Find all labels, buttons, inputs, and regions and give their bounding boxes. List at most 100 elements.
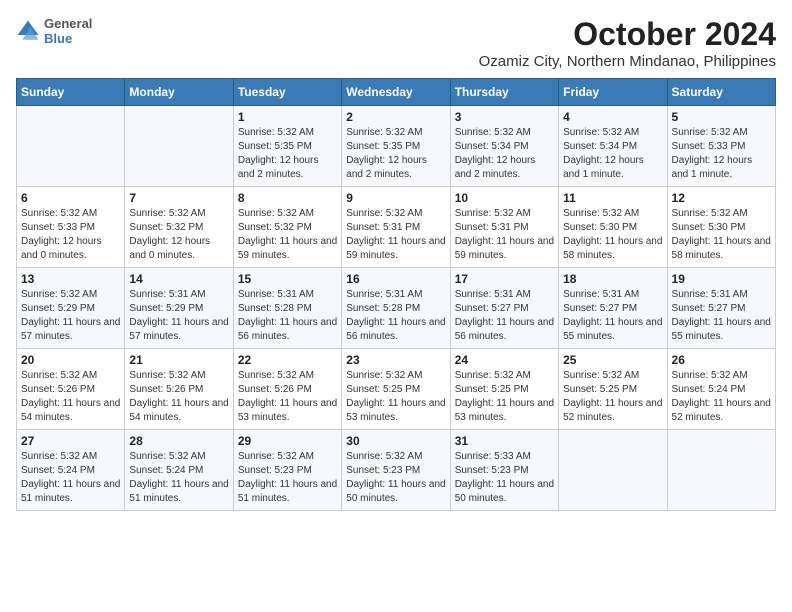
calendar-cell	[125, 106, 233, 187]
calendar-cell: 19 Sunrise: 5:31 AMSunset: 5:27 PMDayligh…	[667, 268, 775, 349]
calendar-cell: 23 Sunrise: 5:32 AMSunset: 5:25 PMDayligh…	[342, 349, 450, 430]
calendar-cell	[17, 106, 125, 187]
day-number: 24	[455, 353, 554, 367]
day-info: Sunrise: 5:32 AMSunset: 5:26 PMDaylight:…	[129, 369, 228, 425]
day-info: Sunrise: 5:32 AMSunset: 5:33 PMDaylight:…	[672, 126, 771, 182]
day-number: 10	[455, 191, 554, 205]
logo-icon	[16, 19, 40, 43]
day-number: 6	[21, 191, 120, 205]
day-number: 12	[672, 191, 771, 205]
week-row-5: 27 Sunrise: 5:32 AMSunset: 5:24 PMDayligh…	[17, 430, 776, 511]
day-info: Sunrise: 5:32 AMSunset: 5:25 PMDaylight:…	[346, 369, 445, 425]
day-number: 27	[21, 434, 120, 448]
day-info: Sunrise: 5:32 AMSunset: 5:29 PMDaylight:…	[21, 288, 120, 344]
day-info: Sunrise: 5:32 AMSunset: 5:30 PMDaylight:…	[672, 207, 771, 263]
day-number: 7	[129, 191, 228, 205]
day-number: 2	[346, 110, 445, 124]
calendar-cell	[667, 430, 775, 511]
day-info: Sunrise: 5:32 AMSunset: 5:24 PMDaylight:…	[129, 450, 228, 506]
day-number: 16	[346, 272, 445, 286]
header-row: SundayMondayTuesdayWednesdayThursdayFrid…	[17, 79, 776, 106]
day-number: 3	[455, 110, 554, 124]
calendar-cell: 17Sunrise: 5:31 AMSunset: 5:27 PMDayligh…	[450, 268, 558, 349]
day-header-monday: Monday	[125, 79, 233, 106]
calendar-cell: 16Sunrise: 5:31 AMSunset: 5:28 PMDayligh…	[342, 268, 450, 349]
day-number: 1	[238, 110, 337, 124]
calendar-cell: 31 Sunrise: 5:33 AMSunset: 5:23 PMDayligh…	[450, 430, 558, 511]
day-header-tuesday: Tuesday	[233, 79, 341, 106]
day-number: 4	[563, 110, 662, 124]
day-info: Sunrise: 5:32 AMSunset: 5:30 PMDaylight:…	[563, 207, 662, 263]
day-header-wednesday: Wednesday	[342, 79, 450, 106]
day-info: Sunrise: 5:32 AMSunset: 5:35 PMDaylight:…	[238, 126, 337, 182]
day-info: Sunrise: 5:31 AMSunset: 5:27 PMDaylight:…	[563, 288, 662, 344]
day-number: 19	[672, 272, 771, 286]
day-header-sunday: Sunday	[17, 79, 125, 106]
day-number: 28	[129, 434, 228, 448]
calendar-cell: 4 Sunrise: 5:32 AMSunset: 5:34 PMDaylight…	[559, 106, 667, 187]
calendar-cell: 28 Sunrise: 5:32 AMSunset: 5:24 PMDayligh…	[125, 430, 233, 511]
day-number: 5	[672, 110, 771, 124]
calendar-cell: 13 Sunrise: 5:32 AMSunset: 5:29 PMDayligh…	[17, 268, 125, 349]
day-number: 9	[346, 191, 445, 205]
day-number: 29	[238, 434, 337, 448]
calendar-cell: 3 Sunrise: 5:32 AMSunset: 5:34 PMDaylight…	[450, 106, 558, 187]
calendar-cell: 14Sunrise: 5:31 AMSunset: 5:29 PMDayligh…	[125, 268, 233, 349]
day-header-friday: Friday	[559, 79, 667, 106]
calendar-cell: 30Sunrise: 5:32 AMSunset: 5:23 PMDayligh…	[342, 430, 450, 511]
day-number: 21	[129, 353, 228, 367]
calendar-cell	[559, 430, 667, 511]
logo: General Blue	[16, 16, 92, 46]
calendar-cell: 20 Sunrise: 5:32 AMSunset: 5:26 PMDayligh…	[17, 349, 125, 430]
calendar-cell: 12 Sunrise: 5:32 AMSunset: 5:30 PMDayligh…	[667, 187, 775, 268]
day-number: 17	[455, 272, 554, 286]
day-info: Sunrise: 5:32 AMSunset: 5:24 PMDaylight:…	[672, 369, 771, 425]
day-info: Sunrise: 5:32 AMSunset: 5:26 PMDaylight:…	[238, 369, 337, 425]
day-number: 31	[455, 434, 554, 448]
week-row-2: 6 Sunrise: 5:32 AMSunset: 5:33 PMDaylight…	[17, 187, 776, 268]
calendar-cell: 18Sunrise: 5:31 AMSunset: 5:27 PMDayligh…	[559, 268, 667, 349]
day-info: Sunrise: 5:32 AMSunset: 5:33 PMDaylight:…	[21, 207, 120, 263]
day-number: 22	[238, 353, 337, 367]
calendar-cell: 27 Sunrise: 5:32 AMSunset: 5:24 PMDayligh…	[17, 430, 125, 511]
calendar-cell: 15Sunrise: 5:31 AMSunset: 5:28 PMDayligh…	[233, 268, 341, 349]
calendar-cell: 2 Sunrise: 5:32 AMSunset: 5:35 PMDaylight…	[342, 106, 450, 187]
day-number: 8	[238, 191, 337, 205]
day-info: Sunrise: 5:32 AMSunset: 5:23 PMDaylight:…	[346, 450, 445, 506]
day-info: Sunrise: 5:32 AMSunset: 5:34 PMDaylight:…	[563, 126, 662, 182]
calendar-cell: 22 Sunrise: 5:32 AMSunset: 5:26 PMDayligh…	[233, 349, 341, 430]
day-number: 25	[563, 353, 662, 367]
day-info: Sunrise: 5:33 AMSunset: 5:23 PMDaylight:…	[455, 450, 554, 506]
day-header-saturday: Saturday	[667, 79, 775, 106]
day-number: 11	[563, 191, 662, 205]
week-row-4: 20 Sunrise: 5:32 AMSunset: 5:26 PMDayligh…	[17, 349, 776, 430]
calendar-cell: 25 Sunrise: 5:32 AMSunset: 5:25 PMDayligh…	[559, 349, 667, 430]
day-info: Sunrise: 5:32 AMSunset: 5:31 PMDaylight:…	[455, 207, 554, 263]
day-number: 26	[672, 353, 771, 367]
calendar-cell: 8 Sunrise: 5:32 AMSunset: 5:32 PMDaylight…	[233, 187, 341, 268]
calendar-cell: 24Sunrise: 5:32 AMSunset: 5:25 PMDayligh…	[450, 349, 558, 430]
day-info: Sunrise: 5:32 AMSunset: 5:34 PMDaylight:…	[455, 126, 554, 182]
logo-text: General Blue	[44, 16, 92, 46]
week-row-1: 1 Sunrise: 5:32 AMSunset: 5:35 PMDaylight…	[17, 106, 776, 187]
calendar-cell: 5 Sunrise: 5:32 AMSunset: 5:33 PMDaylight…	[667, 106, 775, 187]
calendar-cell: 1 Sunrise: 5:32 AMSunset: 5:35 PMDaylight…	[233, 106, 341, 187]
calendar-cell: 10 Sunrise: 5:32 AMSunset: 5:31 PMDayligh…	[450, 187, 558, 268]
day-info: Sunrise: 5:32 AMSunset: 5:35 PMDaylight:…	[346, 126, 445, 182]
page-subtitle: Ozamiz City, Northern Mindanao, Philippi…	[479, 53, 776, 70]
day-number: 20	[21, 353, 120, 367]
calendar-cell: 29 Sunrise: 5:32 AMSunset: 5:23 PMDayligh…	[233, 430, 341, 511]
day-info: Sunrise: 5:31 AMSunset: 5:29 PMDaylight:…	[129, 288, 228, 344]
day-info: Sunrise: 5:32 AMSunset: 5:32 PMDaylight:…	[238, 207, 337, 263]
day-info: Sunrise: 5:31 AMSunset: 5:28 PMDaylight:…	[238, 288, 337, 344]
calendar-cell: 7Sunrise: 5:32 AMSunset: 5:32 PMDaylight…	[125, 187, 233, 268]
day-info: Sunrise: 5:32 AMSunset: 5:24 PMDaylight:…	[21, 450, 120, 506]
day-number: 23	[346, 353, 445, 367]
day-info: Sunrise: 5:32 AMSunset: 5:26 PMDaylight:…	[21, 369, 120, 425]
day-info: Sunrise: 5:32 AMSunset: 5:25 PMDaylight:…	[563, 369, 662, 425]
day-number: 13	[21, 272, 120, 286]
calendar-cell: 6 Sunrise: 5:32 AMSunset: 5:33 PMDaylight…	[17, 187, 125, 268]
day-info: Sunrise: 5:32 AMSunset: 5:23 PMDaylight:…	[238, 450, 337, 506]
page-title: October 2024	[479, 16, 776, 53]
day-info: Sunrise: 5:31 AMSunset: 5:27 PMDaylight:…	[672, 288, 771, 344]
